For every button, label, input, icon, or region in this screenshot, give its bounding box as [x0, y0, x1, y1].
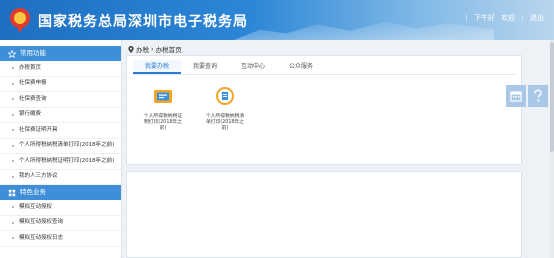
- bullet-icon: [12, 221, 14, 224]
- bullet-icon: [12, 175, 14, 178]
- sidebar-item-social-query[interactable]: 社保费查询: [0, 92, 121, 108]
- sidebar-section-special[interactable]: 特色业务: [0, 185, 121, 200]
- location-pin-icon: [128, 45, 134, 53]
- grid-icon: [8, 189, 16, 196]
- header-user-links: | 下午好 欢迎 | 退出: [465, 14, 544, 22]
- tabs-divider: [133, 74, 515, 75]
- floating-tools: [506, 85, 548, 107]
- sidebar-item-social-certificate[interactable]: 社保费证明开具: [0, 123, 121, 139]
- sidebar-item-sim-auth[interactable]: 模拟互动授权: [0, 200, 121, 216]
- sidebar-item-third-party[interactable]: 我的人三方协议: [0, 170, 121, 185]
- breadcrumb-root[interactable]: 办税: [136, 44, 149, 54]
- bullet-icon: [12, 129, 14, 132]
- bullet-icon: [12, 98, 14, 101]
- sidebar-item-tax-proof-print[interactable]: 个人所得税纳税证明打印(2018年之前): [0, 154, 121, 170]
- tile-tax-proof-print[interactable]: 个人所得税纳税证明打印(2018年之前): [143, 86, 183, 132]
- secondary-panel: [126, 171, 522, 258]
- welcome-link[interactable]: 欢迎: [501, 14, 515, 22]
- page-scrollbar[interactable]: [550, 40, 554, 258]
- tile-tax-list-print[interactable]: 个人所得税纳税清单打印(2018年之前): [205, 86, 245, 132]
- tax-emblem-icon: [10, 8, 30, 31]
- tab-query[interactable]: 我要查询: [181, 60, 229, 74]
- sidebar-section-common[interactable]: 常用功能: [0, 46, 121, 61]
- breadcrumb-current: 办税首页: [155, 46, 182, 54]
- sidebar-item-sim-auth-query[interactable]: 模拟互动授权查询: [0, 216, 121, 231]
- sidebar-item-bank-pay[interactable]: 银行缴费: [0, 108, 121, 123]
- bullet-icon: [12, 82, 14, 85]
- main-panel: 我要办税 我要查询 互动中心 公众服务 个人所得税纳税证明打印(2018年之前)…: [126, 55, 522, 165]
- bullet-icon: [12, 206, 14, 209]
- tab-bar: 我要办税 我要查询 互动中心 公众服务: [133, 60, 325, 74]
- sidebar-item-sim-auth-log[interactable]: 模拟互动授权日志: [0, 231, 121, 247]
- star-icon: [8, 49, 16, 58]
- greeting-text: 下午好: [473, 14, 495, 22]
- certificate-icon: [154, 90, 172, 103]
- bullet-icon: [12, 237, 14, 240]
- breadcrumb: 办税 › 办税首页: [128, 44, 182, 54]
- bullet-icon: [12, 160, 14, 163]
- great-wall-decoration: [234, 21, 494, 40]
- bullet-icon: [12, 67, 14, 70]
- sidebar-item-social-declare[interactable]: 社保费申报: [0, 77, 121, 92]
- sidebar-item-home[interactable]: 办税首页: [0, 61, 121, 77]
- tab-do-tax[interactable]: 我要办税: [133, 60, 182, 74]
- breadcrumb-arrow: ›: [151, 45, 154, 53]
- sidebar-item-tax-list-print[interactable]: 个人所得税纳税清单打印(2018年之前): [0, 139, 121, 154]
- refresh-document-icon: [216, 87, 234, 105]
- tab-interaction[interactable]: 互动中心: [229, 60, 277, 74]
- scrollbar-thumb[interactable]: [550, 42, 554, 152]
- logout-link[interactable]: 退出: [530, 14, 544, 22]
- bullet-icon: [12, 144, 14, 147]
- help-icon[interactable]: [528, 85, 548, 107]
- bullet-icon: [12, 113, 14, 116]
- sidebar: 常用功能 办税首页 社保费申报 社保费查询 银行缴费 社保费证明开具 个人所得税…: [0, 40, 122, 258]
- tab-public-service[interactable]: 公众服务: [277, 60, 325, 74]
- top-header: 国家税务总局深圳市电子税务局 | 下午好 欢迎 | 退出: [0, 0, 554, 40]
- calendar-icon[interactable]: [506, 85, 526, 107]
- site-title: 国家税务总局深圳市电子税务局: [38, 14, 248, 30]
